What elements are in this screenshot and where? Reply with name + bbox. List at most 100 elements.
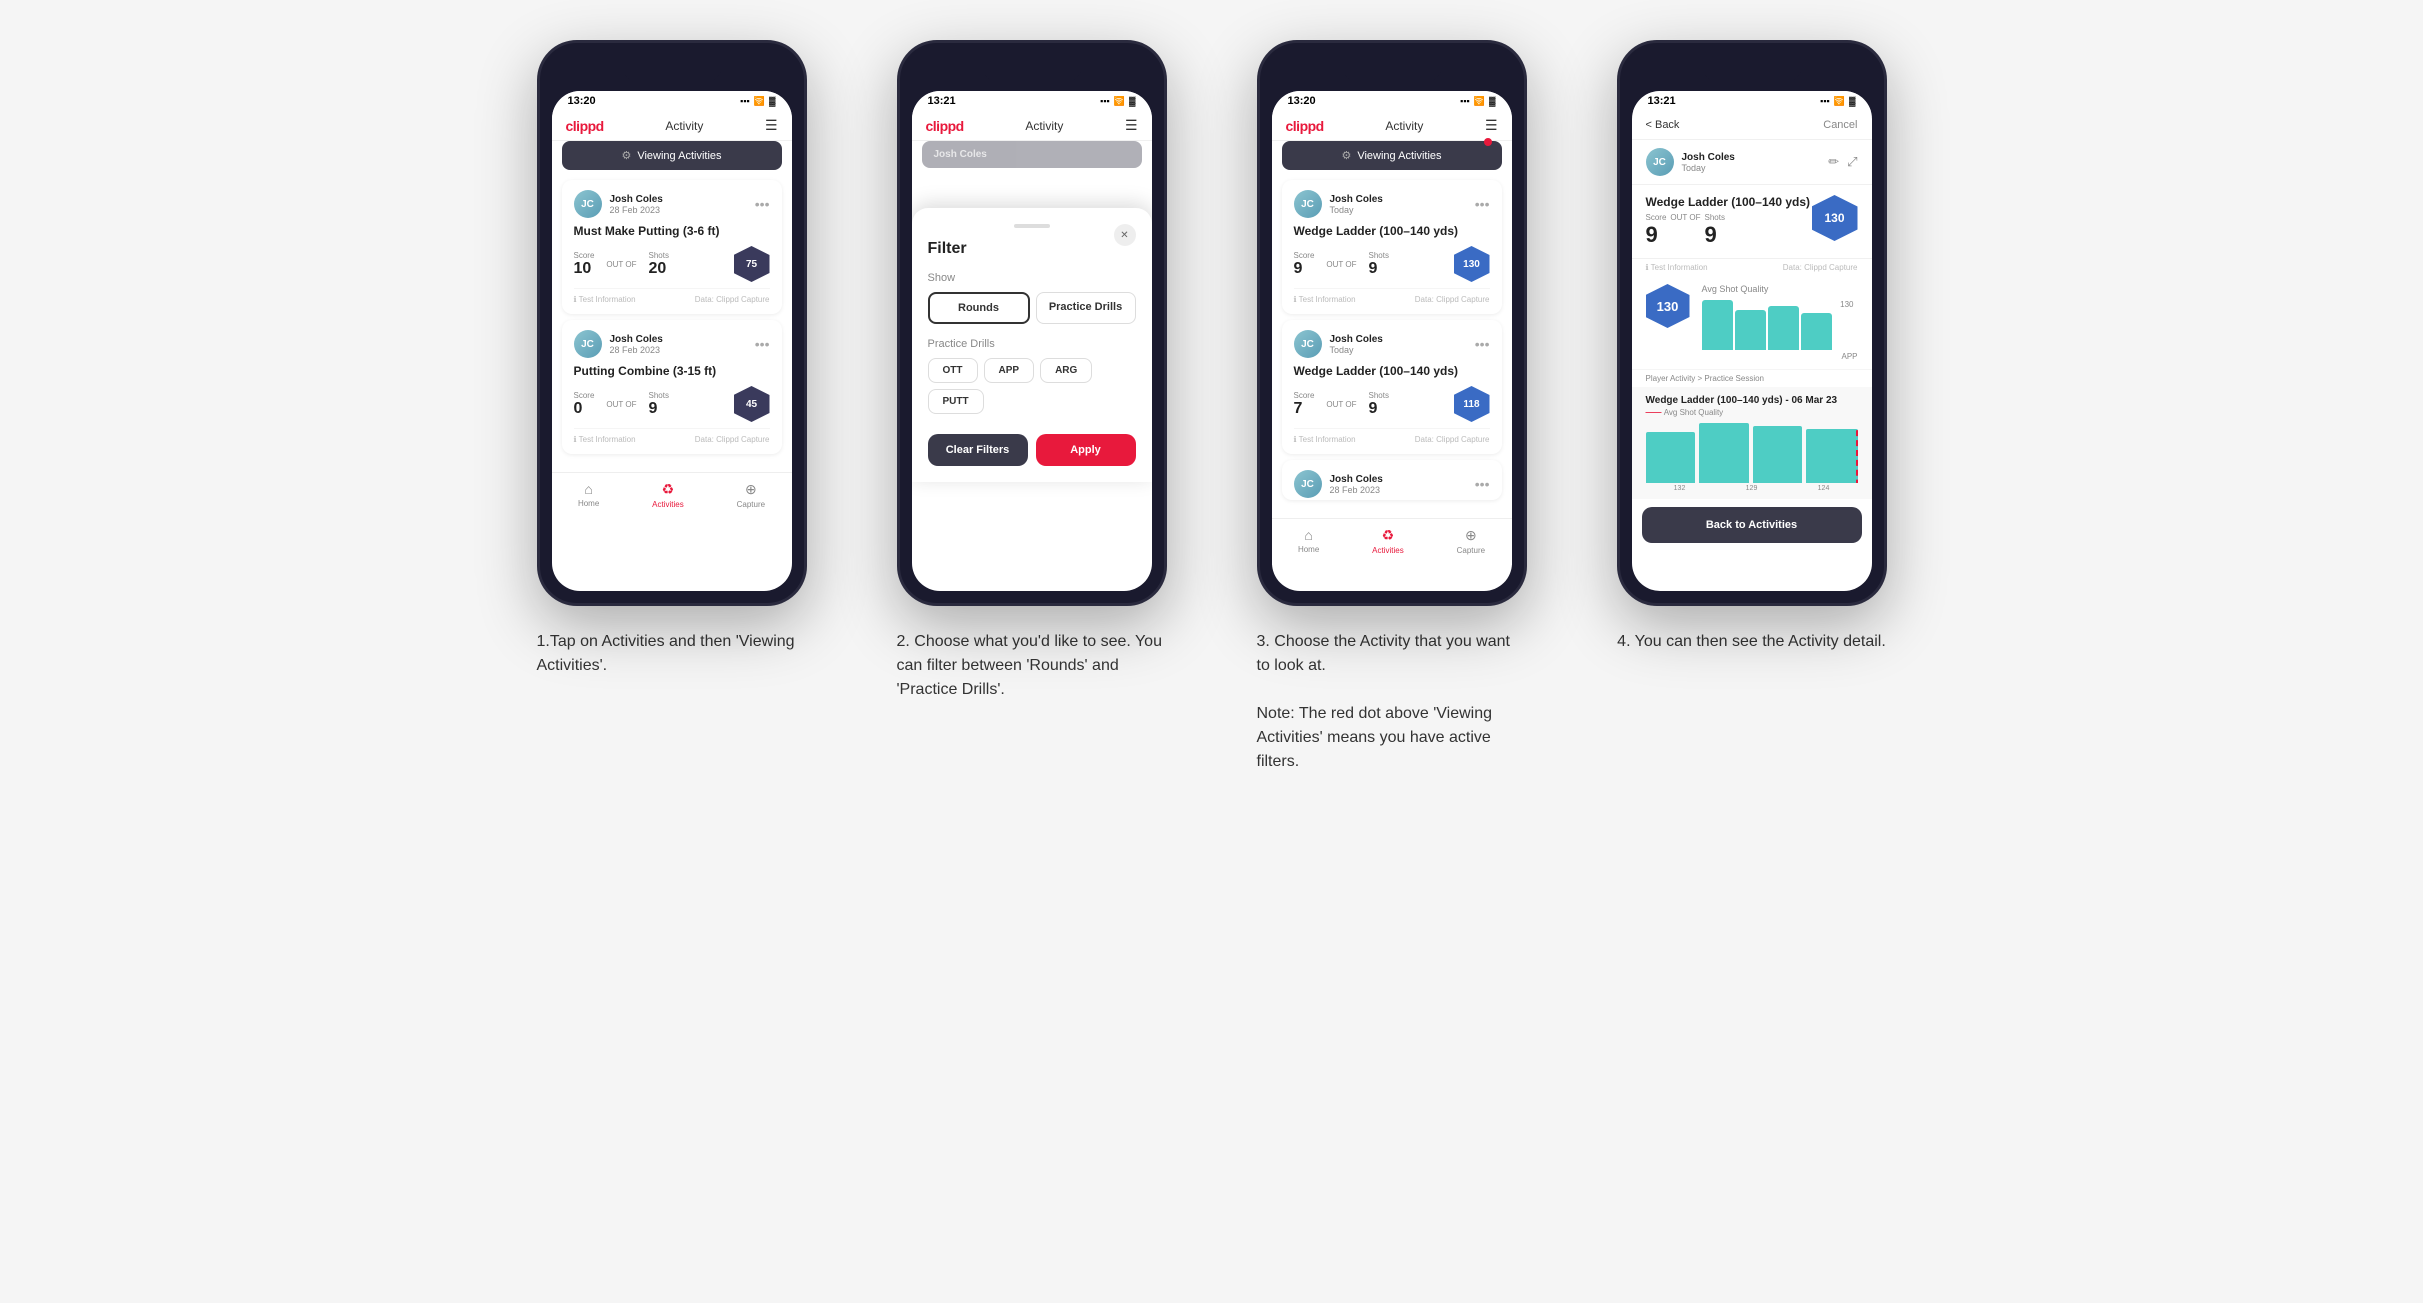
step-3-part2: Note: The red dot above 'Viewing Activit… [1257,705,1493,770]
back-button-4[interactable]: < Back [1646,119,1680,131]
nav-activities-3[interactable]: ♻ Activities [1372,527,1404,555]
step-1-text: 1.Tap on Activities and then 'Viewing Ac… [537,630,807,678]
show-label: Show [928,272,1136,284]
chart-right-4: Avg Shot Quality 130 APP [1702,284,1858,361]
score-group-3-1: Score 9 [1294,251,1315,278]
step-2-column: 13:21 ▪▪▪ 🛜 ▓ clippd Activity ☰ Josh Col… [872,40,1192,702]
step-3-text: 3. Choose the Activity that you want to … [1257,630,1527,774]
card-dots-3-3[interactable]: ••• [1475,476,1490,492]
apply-button[interactable]: Apply [1036,434,1136,466]
chart-axis-label-4: APP [1702,352,1858,361]
back-to-activities-button[interactable]: Back to Activities [1642,507,1862,543]
user-info-3-2: Josh Coles Today [1330,334,1383,355]
activity-card-3-2[interactable]: JC Josh Coles Today ••• Wedge Ladder (10… [1282,320,1502,454]
card-footer-1-2: ℹ Test Information Data: Clippd Capture [574,428,770,444]
expand-icon-4[interactable]: ⤢ [1847,154,1857,170]
modal-close-button[interactable]: ✕ [1114,224,1136,246]
step-3-column: 13:20 ▪▪▪ 🛜 ▓ clippd Activity ☰ [1232,40,1552,774]
hamburger-icon-2[interactable]: ☰ [1125,117,1138,134]
wifi-icon-4: 🛜 [1834,96,1845,107]
shots-num-1-1: 20 [648,260,668,278]
filter-banner-1[interactable]: ⚙ Viewing Activities [562,141,782,170]
nav-capture-label-1: Capture [737,500,765,509]
shots-label-3-1: Shots [1368,251,1388,260]
status-bar-3: 13:20 ▪▪▪ 🛜 ▓ [1272,91,1512,111]
card-dots-3-1[interactable]: ••• [1475,196,1490,212]
quality-hex-1-2: 45 [734,386,770,422]
activity-card-3-1[interactable]: JC Josh Coles Today ••• Wedge Ladder (10… [1282,180,1502,314]
score-value-1-1: 10 [574,260,595,278]
avatar-img-1-2: JC [574,330,602,358]
mini-bars-4 [1646,423,1858,483]
phone-screen-3: 13:20 ▪▪▪ 🛜 ▓ clippd Activity ☰ [1272,91,1512,591]
hamburger-icon-3[interactable]: ☰ [1485,117,1498,134]
nav-home-label-3: Home [1298,545,1319,554]
app-drill[interactable]: APP [984,358,1035,383]
activities-icon-3: ♻ [1382,527,1395,544]
app-title-1: Activity [665,119,703,133]
detail-user-4: JC Josh Coles Today [1646,148,1735,176]
phone-notch-3 [1342,55,1442,83]
nav-capture-label-3: Capture [1457,546,1485,555]
mini-bar-4-4 [1806,429,1858,483]
mini-bar-4-1 [1646,432,1696,483]
avatar-img-3-2: JC [1294,330,1322,358]
nav-home-1[interactable]: ⌂ Home [578,481,599,509]
activity-card-1-2[interactable]: JC Josh Coles 28 Feb 2023 ••• Putting Co… [562,320,782,454]
time-2: 13:21 [928,95,956,107]
app-header-2: clippd Activity ☰ [912,111,1152,141]
avatar-3-3: JC [1294,470,1322,498]
capture-icon-3: ⊕ [1465,527,1477,544]
outof-text-3-1: OUT OF [1326,260,1356,269]
card-stats-3-2: Score 7 OUT OF Shots 9 118 [1294,386,1490,422]
card-title-1-2: Putting Combine (3-15 ft) [574,364,770,378]
clear-filters-button[interactable]: Clear Filters [928,434,1028,466]
ott-drill[interactable]: OTT [928,358,978,383]
blurred-card-2: Josh Coles [922,141,1142,168]
footer-right-3-1: Data: Clippd Capture [1415,295,1490,304]
drills-label: Practice Drills [928,338,1136,350]
shots-num-group-3-2: Shots 9 [1368,391,1388,418]
nav-activities-1[interactable]: ♻ Activities [652,481,684,509]
status-bar-1: 13:20 ▪▪▪ 🛜 ▓ [552,91,792,111]
activity-card-3-3[interactable]: JC Josh Coles 28 Feb 2023 ••• [1282,460,1502,500]
arg-drill[interactable]: ARG [1040,358,1092,383]
putt-drill[interactable]: PUTT [928,389,984,414]
filter-banner-3[interactable]: ⚙ Viewing Activities [1282,141,1502,170]
nav-capture-3[interactable]: ⊕ Capture [1457,527,1485,555]
detail-action-icons: ✏ ⤢ [1828,154,1857,170]
cancel-button-4[interactable]: Cancel [1823,119,1857,131]
chart-max-label-4: 130 [1840,300,1853,309]
shots-label-4: Shots [1704,213,1724,222]
chart-bar-4-2 [1735,310,1766,350]
score-num-1-1: 10 [574,260,592,278]
blurred-card-text-2: Josh Coles [934,149,1130,160]
card-stats-3-1: Score 9 OUT OF Shots 9 130 [1294,246,1490,282]
card-dots-3-2[interactable]: ••• [1475,336,1490,352]
score-value-3-1: 9 [1294,260,1315,278]
step-3-part1: 3. Choose the Activity that you want to … [1257,633,1510,674]
activity-card-1-1[interactable]: JC Josh Coles 28 Feb 2023 ••• Must Make … [562,180,782,314]
hamburger-icon-1[interactable]: ☰ [765,117,778,134]
bottom-nav-1: ⌂ Home ♻ Activities ⊕ Capture [552,472,792,519]
edit-icon-4[interactable]: ✏ [1828,154,1839,170]
footer-right-3-2: Data: Clippd Capture [1415,435,1490,444]
rounds-toggle[interactable]: Rounds [928,292,1030,324]
chart-content-4: 130 Avg Shot Quality 130 APP [1646,284,1858,361]
user-info-1-2: Josh Coles 28 Feb 2023 [610,334,663,355]
home-icon-1: ⌂ [584,481,592,497]
nav-home-3[interactable]: ⌂ Home [1298,527,1319,555]
shots-col-4: Shots 9 [1704,213,1724,248]
shots-value-4: 9 [1704,222,1724,248]
bottom-nav-3: ⌂ Home ♻ Activities ⊕ Capture [1272,518,1512,565]
app-title-2: Activity [1025,119,1063,133]
nav-capture-1[interactable]: ⊕ Capture [737,481,765,509]
card-dots-1-1[interactable]: ••• [755,196,770,212]
practice-drills-toggle[interactable]: Practice Drills [1036,292,1136,324]
phone-notch-1 [622,55,722,83]
user-info-3-1: Josh Coles Today [1330,194,1383,215]
card-dots-1-2[interactable]: ••• [755,336,770,352]
shots-num-group-1-2: Shots 9 [648,391,668,418]
detail-session-4: Wedge Ladder (100–140 yds) - 06 Mar 23 —… [1632,387,1872,499]
shots-value-1-1: OUT OF [606,260,636,269]
